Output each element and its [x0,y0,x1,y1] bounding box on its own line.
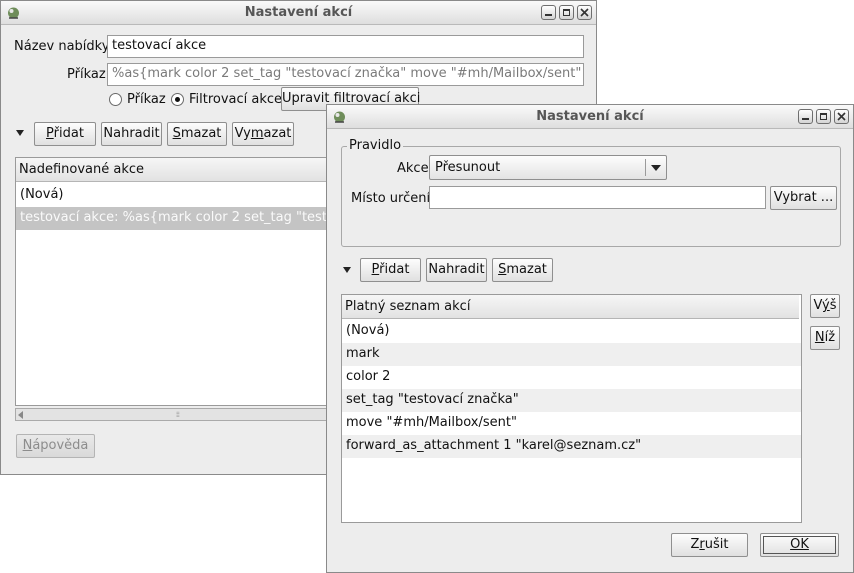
minimize-icon[interactable] [798,109,813,124]
action-list[interactable]: Platný seznam akcí (Nová) mark color 2 s… [341,294,802,523]
maximize-icon[interactable] [559,5,574,20]
back-window-titlebar[interactable]: Nastavení akcí [1,1,596,25]
radio-command-label[interactable]: Příkaz [127,92,166,107]
destination-label: Místo určení [351,191,431,206]
front-dialog-window: Nastavení akcí Pravidlo Akce Přesunout M… [326,104,854,573]
action-dropdown-value: Přesunout [435,160,501,175]
move-down-button[interactable]: Níž [810,326,840,350]
help-button[interactable]: Nápověda [16,434,95,458]
defined-actions-header[interactable]: Nadefinované akce [16,158,344,182]
menu-name-input[interactable]: testovací akce [107,35,584,58]
expander-arrow-icon[interactable] [343,267,351,273]
move-up-button[interactable]: Výš [810,294,840,318]
radio-filter-action[interactable] [171,93,184,106]
add-button[interactable]: Přidat [360,258,421,282]
ok-button[interactable]: OK [760,533,839,557]
delete-button[interactable]: Smazat [167,122,227,146]
action-list-header[interactable]: Platný seznam akcí [342,295,799,319]
maximize-icon[interactable] [816,109,831,124]
scroll-grip-icon[interactable]: ⦙⦙⦙⦙⦙ [176,412,180,419]
radio-command[interactable] [109,93,122,106]
list-item[interactable]: forward_as_attachment 1 "karel@seznam.cz… [342,435,801,458]
clear-button[interactable]: Vymazat [232,122,294,146]
defined-actions-list[interactable]: Nadefinované akce (Nová) testovací akce:… [15,157,345,406]
list-item[interactable]: mark [342,343,801,366]
scroll-left-icon[interactable] [18,411,23,419]
action-dropdown[interactable]: Přesunout [429,155,667,180]
list-item[interactable]: (Nová) [342,320,801,343]
horizontal-scrollbar[interactable]: ⦙⦙⦙⦙⦙ [15,408,345,421]
add-button[interactable]: Přidat [34,122,96,146]
action-label: Akce [397,161,429,176]
radio-filter-action-label[interactable]: Filtrovací akce [189,92,282,107]
close-icon[interactable] [834,109,849,124]
rule-frame-label: Pravidlo [347,138,404,153]
destination-input[interactable] [429,186,766,209]
front-window-title: Nastavení akcí [536,109,644,124]
list-item[interactable]: color 2 [342,366,801,389]
front-window-titlebar[interactable]: Nastavení akcí [327,105,853,129]
list-item[interactable]: set_tag "testovací značka" [342,389,801,412]
close-icon[interactable] [577,5,592,20]
expander-arrow-icon[interactable] [16,130,24,136]
minimize-icon[interactable] [541,5,556,20]
list-item[interactable]: move "#mh/Mailbox/sent" [342,412,801,435]
chevron-down-icon [651,165,661,171]
command-input[interactable]: %as{mark color 2 set_tag "testovací znač… [107,63,584,86]
list-item[interactable]: (Nová) [16,184,344,207]
replace-button[interactable]: Nahradit [101,122,162,146]
menu-name-label: Název nabídky [14,39,110,54]
cancel-button[interactable]: Zrušit [671,533,748,557]
browse-button[interactable]: Vybrat ... [770,186,837,210]
delete-button[interactable]: Smazat [492,258,553,282]
command-label: Příkaz [67,67,106,82]
list-item-selected[interactable]: testovací akce: %as{mark color 2 set_tag… [16,207,344,230]
back-window-title: Nastavení akcí [244,5,353,20]
replace-button[interactable]: Nahradit [426,258,487,282]
